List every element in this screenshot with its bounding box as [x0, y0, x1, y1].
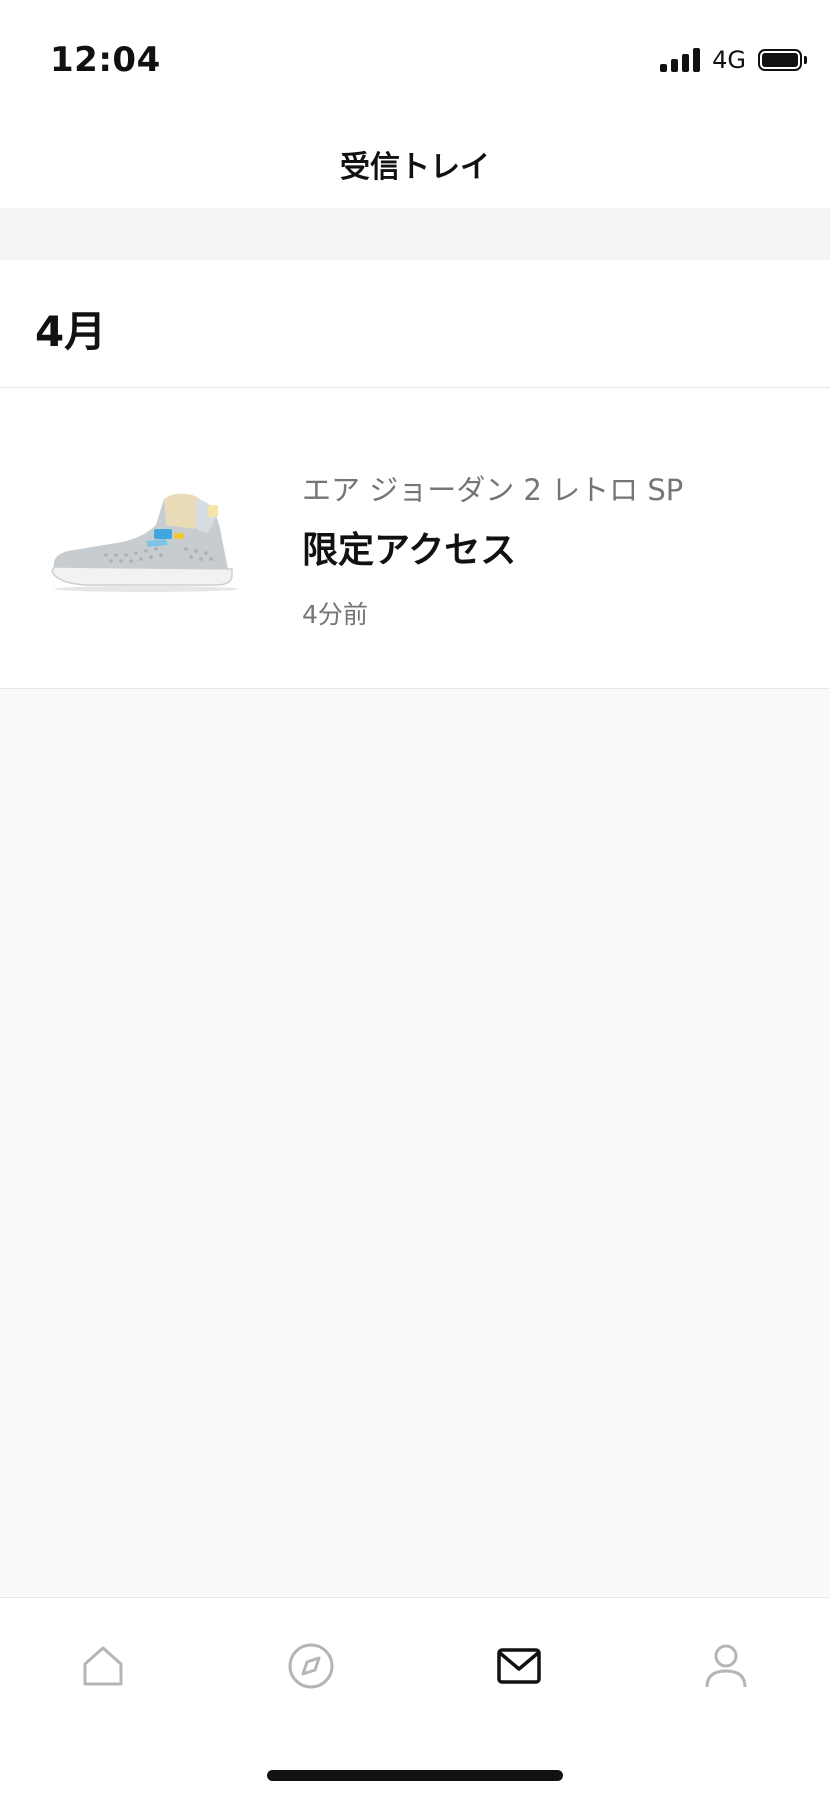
battery-icon — [758, 49, 807, 71]
status-indicators: 4G — [660, 46, 807, 74]
status-bar: 12:04 4G — [0, 0, 830, 120]
sneaker-image — [46, 489, 246, 599]
section-divider — [0, 208, 830, 260]
section-header: 4月 — [0, 260, 830, 388]
inbox-item-text: エア ジョーダン 2 レトロ SP 限定アクセス 4分前 — [302, 467, 683, 631]
section-title-month: 4月 — [35, 307, 107, 356]
tab-profile[interactable] — [696, 1636, 756, 1696]
cellular-signal-icon — [660, 48, 701, 72]
compass-icon — [288, 1643, 334, 1689]
item-product-name: エア ジョーダン 2 レトロ SP — [302, 473, 684, 507]
inbox-item[interactable]: エア ジョーダン 2 レトロ SP 限定アクセス 4分前 — [0, 389, 830, 689]
item-title: 限定アクセス — [302, 530, 517, 571]
home-indicator[interactable] — [267, 1770, 563, 1781]
status-time: 12:04 — [50, 40, 161, 80]
profile-icon — [705, 1644, 747, 1688]
mail-icon — [497, 1648, 541, 1684]
item-timestamp: 4分前 — [302, 600, 368, 629]
header: 受信トレイ — [0, 120, 830, 208]
tab-discover[interactable] — [281, 1636, 341, 1696]
tab-inbox[interactable] — [489, 1636, 549, 1696]
page-title: 受信トレイ — [340, 150, 490, 185]
network-type: 4G — [712, 46, 746, 74]
tab-bar — [0, 1597, 830, 1797]
tab-home[interactable] — [73, 1636, 133, 1696]
home-icon — [83, 1646, 123, 1686]
